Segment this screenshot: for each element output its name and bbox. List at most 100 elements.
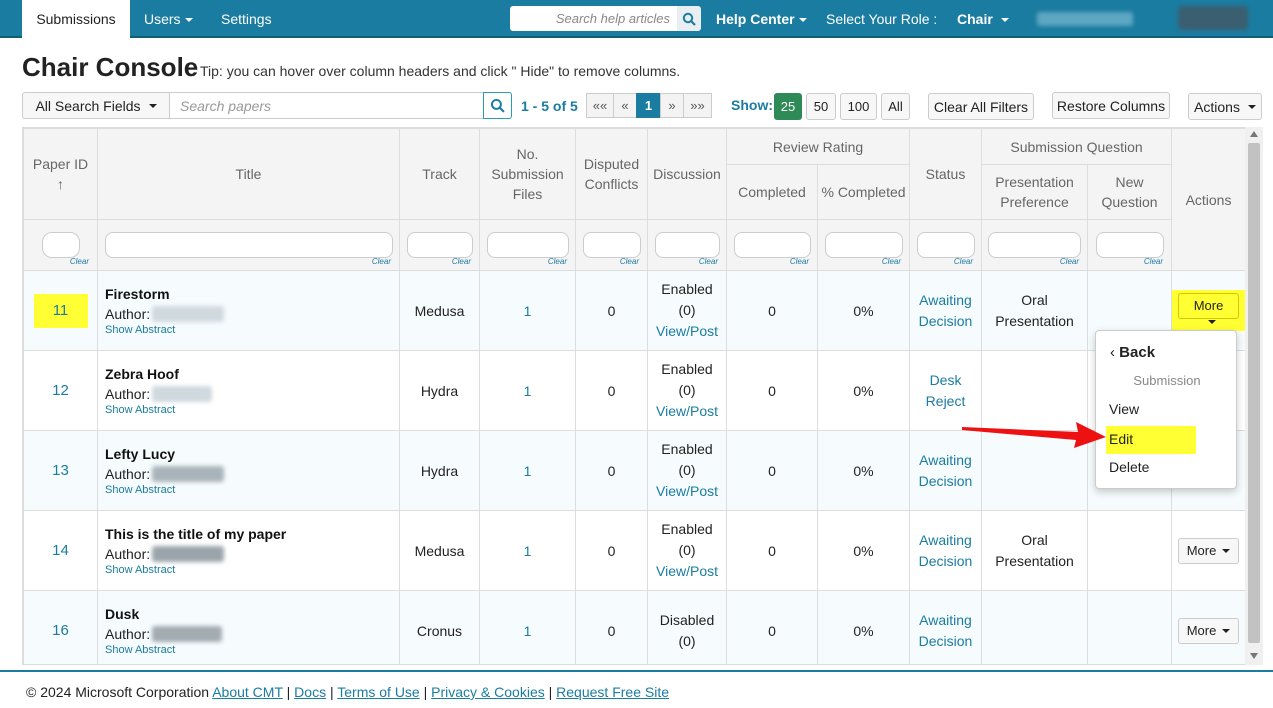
col-completed[interactable]: Completed [726, 164, 818, 220]
privacy-cookies-link[interactable]: Privacy & Cookies [431, 684, 545, 700]
scroll-down-icon[interactable] [1250, 653, 1258, 659]
search-papers-input[interactable]: Search papers [169, 92, 484, 119]
show-100-button[interactable]: 100 [840, 93, 877, 120]
presentation-filter[interactable] [988, 232, 1082, 258]
terms-of-use-link[interactable]: Terms of Use [337, 684, 419, 700]
show-25-button[interactable]: 25 [774, 93, 802, 120]
pager-first-button[interactable]: «« [586, 93, 614, 118]
more-button[interactable]: More [1177, 537, 1240, 564]
paper-id-filter[interactable] [41, 232, 80, 258]
pager-last-button[interactable]: »» [683, 93, 712, 118]
user-name-redacted[interactable] [1037, 12, 1133, 26]
role-select[interactable]: Chair [957, 11, 1009, 27]
author-label: Author: [105, 385, 151, 402]
view-post-link[interactable]: View/Post [648, 401, 726, 422]
clear-filter-link[interactable]: Clear [882, 257, 901, 266]
discussion-state: Enabled [661, 361, 713, 377]
paper-id-link[interactable]: 14 [52, 542, 69, 559]
clear-filter-link[interactable]: Clear [548, 257, 567, 266]
help-search-button[interactable] [677, 6, 701, 31]
view-post-link[interactable]: View/Post [648, 321, 726, 342]
delete-menu-item[interactable]: Delete [1109, 459, 1149, 475]
docs-link[interactable]: Docs [294, 684, 326, 700]
clear-filter-link[interactable]: Clear [1060, 257, 1079, 266]
col-new-question[interactable]: New Question [1087, 164, 1173, 220]
show-abstract-link[interactable]: Show Abstract [105, 644, 399, 656]
submission-menu-header: Submission [1133, 373, 1201, 388]
clear-filter-link[interactable]: Clear [1144, 257, 1163, 266]
restore-columns-button[interactable]: Restore Columns [1052, 92, 1170, 119]
search-papers-button[interactable] [483, 92, 512, 119]
pager-page-current[interactable]: 1 [636, 93, 661, 118]
pager-next-button[interactable]: » [660, 93, 684, 118]
new-question-filter[interactable] [1095, 232, 1164, 258]
track-filter[interactable] [406, 232, 473, 258]
col-discussion[interactable]: Discussion [647, 128, 727, 220]
clear-filter-link[interactable]: Clear [372, 257, 391, 266]
view-post-link[interactable]: View/Post [648, 481, 726, 502]
col-disputed-conflicts[interactable]: Disputed Conflicts [575, 128, 648, 220]
more-button[interactable]: More [1177, 617, 1240, 644]
scroll-up-icon[interactable] [1250, 131, 1258, 137]
view-menu-item[interactable]: View [1109, 401, 1139, 417]
clear-all-filters-button[interactable]: Clear All Filters [928, 93, 1034, 120]
tab-submissions[interactable]: Submissions [22, 0, 130, 38]
view-post-link[interactable]: View/Post [648, 561, 726, 582]
submission-files-link[interactable]: 1 [479, 350, 576, 431]
status-link[interactable]: Awaiting Decision [909, 590, 983, 664]
status-link[interactable]: Awaiting Decision [909, 510, 983, 591]
clear-filter-link[interactable]: Clear [620, 257, 639, 266]
show-abstract-link[interactable]: Show Abstract [105, 564, 399, 576]
about-cmt-link[interactable]: About CMT [212, 684, 283, 700]
show-all-button[interactable]: All [881, 93, 910, 120]
col-paper-id[interactable]: Paper ID ↑ [23, 128, 98, 220]
submission-files-link[interactable]: 1 [479, 510, 576, 591]
paper-id-link[interactable]: 13 [52, 462, 69, 479]
submission-files-link[interactable]: 1 [479, 590, 576, 664]
title-filter[interactable] [104, 232, 393, 258]
paper-id-link[interactable]: 12 [52, 382, 69, 399]
scroll-thumb[interactable] [1248, 143, 1260, 643]
col-track[interactable]: Track [399, 128, 480, 220]
show-abstract-link[interactable]: Show Abstract [105, 484, 399, 496]
paper-id-link[interactable]: 11 [33, 293, 88, 328]
help-center-menu[interactable]: Help Center [716, 11, 807, 27]
col-pct-completed[interactable]: % Completed [816, 164, 911, 220]
back-menu-item[interactable]: ‹ Back [1110, 344, 1155, 361]
files-filter[interactable] [486, 232, 569, 258]
col-submission-files[interactable]: No. Submission Files [479, 128, 576, 220]
pct-completed-filter[interactable] [824, 232, 903, 258]
status-link[interactable]: Awaiting Decision [909, 270, 983, 351]
tab-settings[interactable]: Settings [221, 11, 272, 27]
search-fields-dropdown[interactable]: All Search Fields [22, 92, 170, 119]
col-presentation-preference[interactable]: Presentation Preference [981, 164, 1089, 220]
discussion-filter[interactable] [654, 232, 720, 258]
paper-id-link[interactable]: 16 [52, 622, 69, 639]
help-search-input[interactable]: Search help articles [510, 6, 678, 31]
more-button[interactable]: More [1178, 293, 1240, 324]
pager-prev-button[interactable]: « [613, 93, 637, 118]
show-abstract-link[interactable]: Show Abstract [105, 404, 399, 416]
col-status[interactable]: Status [909, 128, 983, 220]
users-menu[interactable]: Users [144, 11, 193, 27]
col-title[interactable]: Title [97, 128, 400, 220]
actions-dropdown[interactable]: Actions [1188, 93, 1262, 120]
edit-menu-item[interactable]: Edit [1109, 431, 1133, 447]
clear-filter-link[interactable]: Clear [790, 257, 809, 266]
completed-filter[interactable] [733, 232, 811, 258]
status-link[interactable]: Desk Reject [909, 350, 983, 431]
clear-filter-link[interactable]: Clear [70, 257, 89, 266]
clear-filter-link[interactable]: Clear [954, 257, 973, 266]
footer-separator: | [329, 684, 334, 700]
conflicts-filter[interactable] [582, 232, 641, 258]
status-filter[interactable] [916, 232, 975, 258]
show-50-button[interactable]: 50 [806, 93, 836, 120]
show-abstract-link[interactable]: Show Abstract [105, 324, 399, 336]
user-avatar[interactable] [1178, 6, 1248, 30]
submission-files-link[interactable]: 1 [479, 270, 576, 351]
submission-files-link[interactable]: 1 [479, 430, 576, 511]
clear-filter-link[interactable]: Clear [699, 257, 718, 266]
request-free-site-link[interactable]: Request Free Site [556, 684, 669, 700]
clear-filter-link[interactable]: Clear [452, 257, 471, 266]
table-scrollbar[interactable] [1245, 127, 1263, 665]
